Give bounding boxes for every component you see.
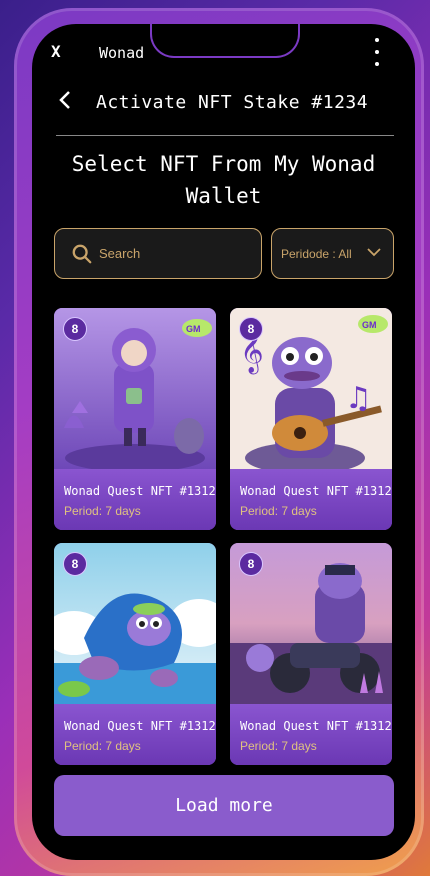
card-footer: Wonad Quest NFT #1312 Period: 7 days — [54, 704, 216, 765]
close-button[interactable]: X — [51, 42, 61, 61]
chevron-down-icon — [367, 248, 381, 257]
chevron-left-icon — [59, 91, 70, 109]
nft-period: Period: 7 days — [64, 739, 141, 753]
level-badge: 8 — [239, 552, 263, 576]
level-badge: 8 — [63, 552, 87, 576]
app-title: Wonad — [99, 44, 145, 62]
svg-text:GM: GM — [186, 324, 201, 334]
more-menu-icon[interactable] — [371, 38, 383, 66]
nft-period: Period: 7 days — [64, 504, 141, 518]
nft-name: Wonad Quest NFT #1312 — [64, 719, 216, 733]
card-footer: Wonad Quest NFT #1312 Period: 7 days — [54, 469, 216, 530]
period-filter-label: Peridode : All — [281, 246, 352, 261]
load-more-button[interactable]: Load more — [54, 775, 394, 836]
nft-card[interactable]: 8 Wonad Quest NFT #1312 Period: 7 days — [54, 543, 216, 765]
nft-name: Wonad Quest NFT #1312 — [240, 719, 392, 733]
svg-text:GM: GM — [362, 320, 377, 330]
page-title: Activate NFT Stake #1234 — [96, 92, 369, 113]
card-footer: Wonad Quest NFT #1312 Period: 7 days — [230, 469, 392, 530]
svg-text:♫: ♫ — [345, 381, 372, 416]
level-badge: 8 — [239, 317, 263, 341]
divider — [56, 135, 394, 136]
back-button[interactable] — [58, 90, 72, 116]
nft-name: Wonad Quest NFT #1312 — [240, 484, 392, 498]
nft-period: Period: 7 days — [240, 739, 317, 753]
section-heading: Select NFT From My Wonad Wallet — [71, 152, 376, 208]
card-footer: Wonad Quest NFT #1312 Period: 7 days — [230, 704, 392, 765]
nft-name: Wonad Quest NFT #1312 — [64, 484, 216, 498]
search-icon — [72, 244, 92, 263]
app-screen: X Wonad Activate NFT Stake #1234 Select … — [32, 24, 415, 860]
nft-card[interactable]: 8 Wonad Quest NFT #1312 Period: 7 days — [230, 543, 392, 765]
nft-card[interactable]: 𝄞 ♫ GM 8 Wonad Quest NFT #1312 Period: 7… — [230, 308, 392, 530]
period-filter-dropdown[interactable]: Peridode : All — [271, 228, 394, 279]
nft-card[interactable]: GM 8 Wonad Quest NFT #1312 Period: 7 day… — [54, 308, 216, 530]
search-field[interactable] — [54, 228, 262, 279]
nft-period: Period: 7 days — [240, 504, 317, 518]
level-badge: 8 — [63, 317, 87, 341]
search-input[interactable] — [99, 246, 249, 261]
phone-notch — [152, 24, 298, 56]
